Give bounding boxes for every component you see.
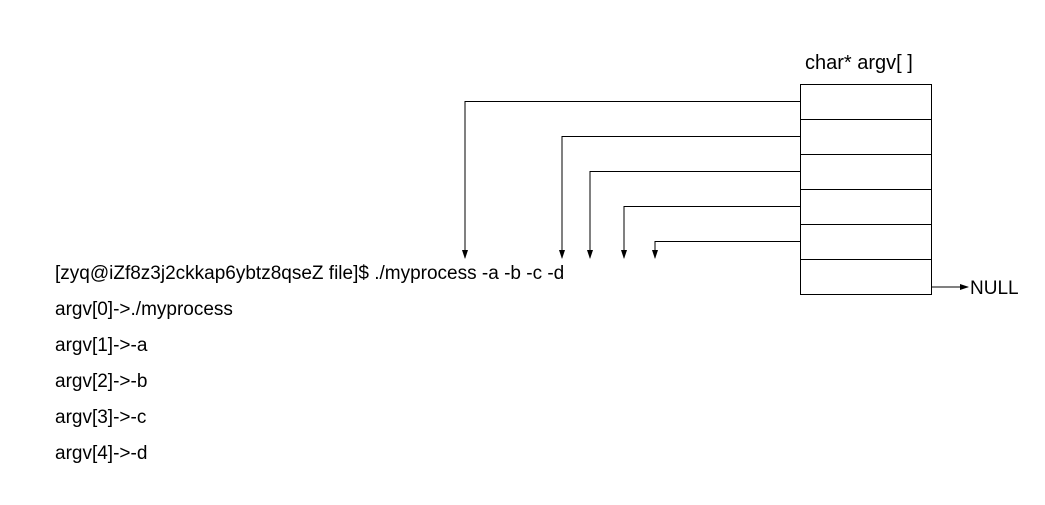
argv-line-4: argv[4]->-d (55, 444, 147, 463)
command-line-text: [zyq@iZf8z3j2ckkap6ybtz8qseZ file]$ ./my… (55, 264, 564, 283)
argv-line-2: argv[2]->-b (55, 372, 147, 391)
array-title: char* argv[ ] (805, 52, 913, 75)
argv-cell-5 (800, 259, 932, 295)
argv-cell-0 (800, 84, 932, 120)
argv-cell-2 (800, 154, 932, 190)
argv-line-1: argv[1]->-a (55, 336, 147, 355)
argv-cell-4 (800, 224, 932, 260)
argv-cell-3 (800, 189, 932, 225)
argv-line-3: argv[3]->-c (55, 408, 146, 427)
argv-cell-1 (800, 119, 932, 155)
diagram-stage: char* argv[ ] [zyq@iZf8z3j2ckkap6ybtz8qs… (0, 0, 1045, 505)
argv-line-0: argv[0]->./myprocess (55, 300, 233, 319)
null-label: NULL (970, 279, 1019, 298)
